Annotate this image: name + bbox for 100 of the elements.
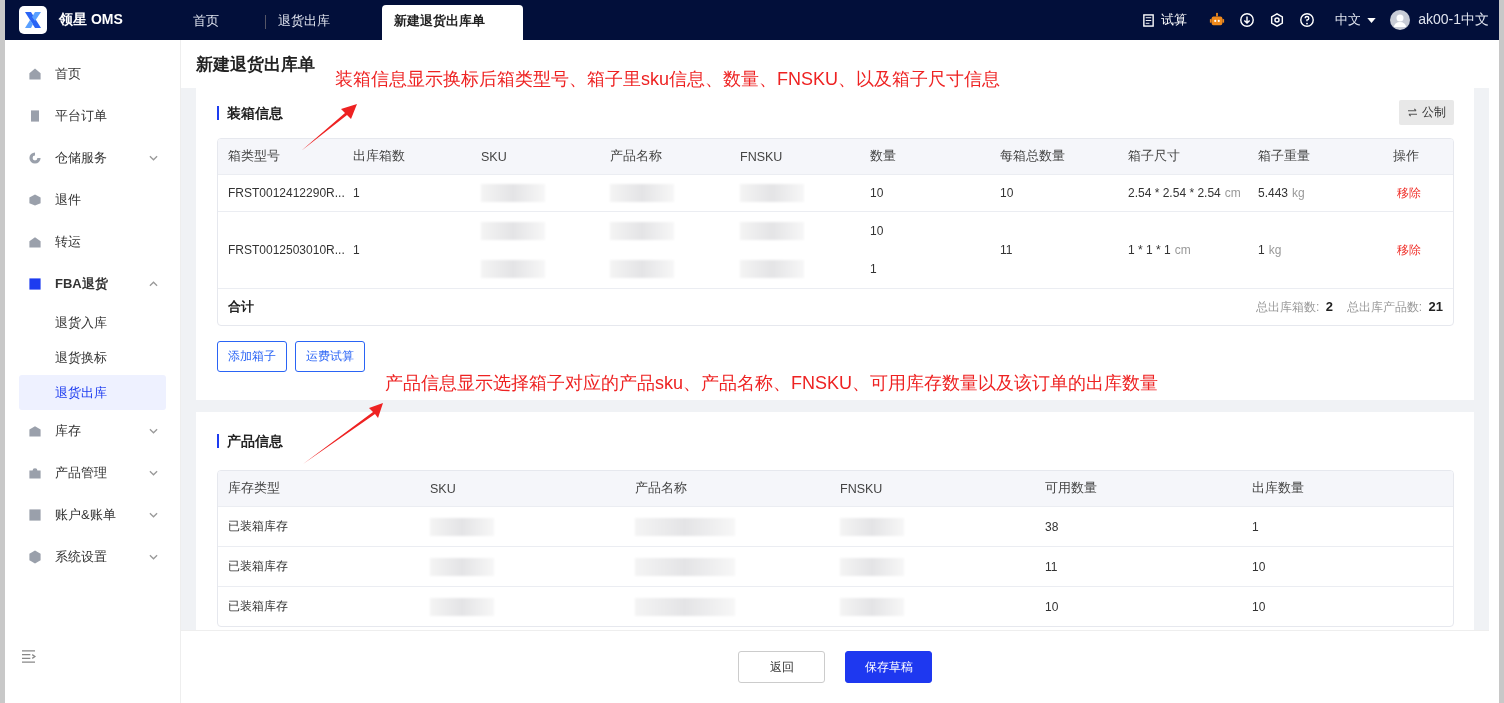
section-title: 装箱信息 <box>217 106 283 120</box>
chevron-icon <box>149 281 158 287</box>
column-header: 数量 <box>869 148 897 165</box>
outline-button[interactable]: 添加箱子 <box>217 341 287 372</box>
blurred-text <box>610 184 674 202</box>
sidebar-subitem[interactable]: 退货出库 <box>19 375 166 410</box>
tab[interactable]: 首页 <box>181 5 265 40</box>
save-button[interactable]: 保存草稿 <box>845 651 932 683</box>
column-header: 产品名称 <box>609 148 663 165</box>
table-cell-text: 10 <box>1044 599 1060 614</box>
sidebar-item[interactable]: 转运 <box>19 221 166 263</box>
download-icon[interactable] <box>1239 12 1256 28</box>
tab[interactable]: 退货出库 <box>266 5 342 40</box>
sidebar-item[interactable]: 退件 <box>19 179 166 221</box>
table-cell-text: FRST0012503010R... <box>227 243 343 257</box>
table-cell: 1 <box>870 262 877 276</box>
blurred-text <box>840 557 904 576</box>
avatar-icon[interactable] <box>1390 10 1411 30</box>
blurred-text <box>840 517 904 536</box>
house-icon <box>27 423 43 439</box>
remove-link[interactable]: 移除 <box>1393 184 1421 202</box>
column-header: FNSKU <box>739 149 784 164</box>
unit-toggle-button[interactable]: 公制 <box>1399 99 1454 125</box>
hexagon-icon <box>27 549 43 565</box>
table-cell-text: 1 * 1 * 1 cm <box>1127 243 1192 257</box>
swap-icon <box>1407 107 1418 117</box>
table-cell-text: 10 <box>999 186 1015 200</box>
language-dropdown[interactable]: 中文 <box>1335 11 1377 29</box>
house-icon <box>27 66 43 82</box>
column-header: SKU <box>429 481 457 496</box>
app-name: 领星 OMS <box>59 11 123 29</box>
column-header: 箱类型号 <box>227 148 281 165</box>
column-header: 产品名称 <box>634 480 688 497</box>
sidebar-subitem[interactable]: 退货换标 <box>19 340 166 375</box>
chevron-icon <box>149 554 158 560</box>
chevron-icon <box>149 470 158 476</box>
table-cell-text: 10 <box>1251 559 1267 574</box>
column-header: 可用数量 <box>1044 480 1098 497</box>
column-header: 出库箱数 <box>352 148 406 165</box>
collapse-menu-icon[interactable] <box>21 650 36 663</box>
caret-icon <box>1367 17 1377 23</box>
sidebar-item[interactable]: 仓储服务 <box>19 137 166 179</box>
table-cell: 10 <box>870 224 884 238</box>
blurred-text <box>610 222 674 240</box>
pie-icon <box>27 150 43 166</box>
table-cell-text: FRST0012412290R... <box>227 186 343 200</box>
sidebar-item[interactable]: 库存 <box>19 410 166 452</box>
annotation-text: 装箱信息显示换标后箱类型号、箱子里sku信息、数量、FNSKU、以及箱子尺寸信息 <box>335 68 1000 91</box>
chevron-icon <box>149 155 158 161</box>
page-title: 新建退货出库单 <box>196 53 315 76</box>
back-button[interactable]: 返回 <box>738 651 825 683</box>
remove-link[interactable]: 移除 <box>1393 241 1421 259</box>
chevron-icon <box>149 512 158 518</box>
sidebar-item[interactable]: 账户&账单 <box>19 494 166 536</box>
blurred-text <box>481 184 545 202</box>
blurred-text <box>740 260 804 278</box>
total-label: 合计 <box>228 298 254 316</box>
section-title: 产品信息 <box>217 434 283 448</box>
table-cell-text: 5.443 kg <box>1257 186 1306 200</box>
column-header: 操作 <box>1392 148 1420 165</box>
table-cell-text: 1 <box>352 243 361 257</box>
table-cell-text: 已装箱库存 <box>227 558 289 575</box>
table-cell-text: 已装箱库存 <box>227 598 289 615</box>
tab[interactable]: 新建退货出库单 <box>382 5 523 40</box>
blurred-text <box>610 260 674 278</box>
column-header: 库存类型 <box>227 480 281 497</box>
table-cell: 10 <box>870 186 884 200</box>
blurred-text <box>430 597 494 616</box>
sidebar-item[interactable]: 首页 <box>19 53 166 95</box>
column-header: SKU <box>480 149 508 164</box>
help-icon[interactable] <box>1299 12 1316 28</box>
table-cell-text: 已装箱库存 <box>227 518 289 535</box>
chevron-icon <box>149 428 158 434</box>
sidebar-subitem[interactable]: 退货入库 <box>19 305 166 340</box>
square-icon <box>27 507 43 523</box>
square-icon <box>27 276 43 292</box>
settings-icon[interactable] <box>1269 12 1286 28</box>
sidebar-item[interactable]: 平台订单 <box>19 95 166 137</box>
box-icon <box>27 192 43 208</box>
blurred-text <box>430 557 494 576</box>
sidebar-item[interactable]: FBA退货 <box>19 263 166 305</box>
column-header: 每箱总数量 <box>999 148 1066 165</box>
table-cell-text: 1 <box>1251 519 1260 534</box>
document-icon <box>1142 13 1156 27</box>
sidebar-item[interactable]: 产品管理 <box>19 452 166 494</box>
blurred-text <box>481 260 545 278</box>
bag-icon <box>27 465 43 481</box>
outline-button[interactable]: 运费试算 <box>295 341 365 372</box>
total-boxes: 总出库箱数: 2 <box>1255 298 1333 316</box>
blurred-text <box>840 597 904 616</box>
total-products: 总出库产品数: 21 <box>1346 298 1443 316</box>
user-name[interactable]: ak00-1中文 <box>1418 11 1489 29</box>
calculator-button[interactable]: 试算 <box>1142 11 1188 29</box>
annotation-text: 产品信息显示选择箱子对应的产品sku、产品名称、FNSKU、可用库存数量以及该订单的出库数量 <box>385 372 1158 395</box>
blurred-text <box>430 517 494 536</box>
column-header: 箱子重量 <box>1257 148 1311 165</box>
robot-icon[interactable] <box>1209 12 1226 28</box>
table-cell-text: 11 <box>999 243 1014 257</box>
sidebar-item[interactable]: 系统设置 <box>19 536 166 578</box>
blurred-text <box>740 222 804 240</box>
